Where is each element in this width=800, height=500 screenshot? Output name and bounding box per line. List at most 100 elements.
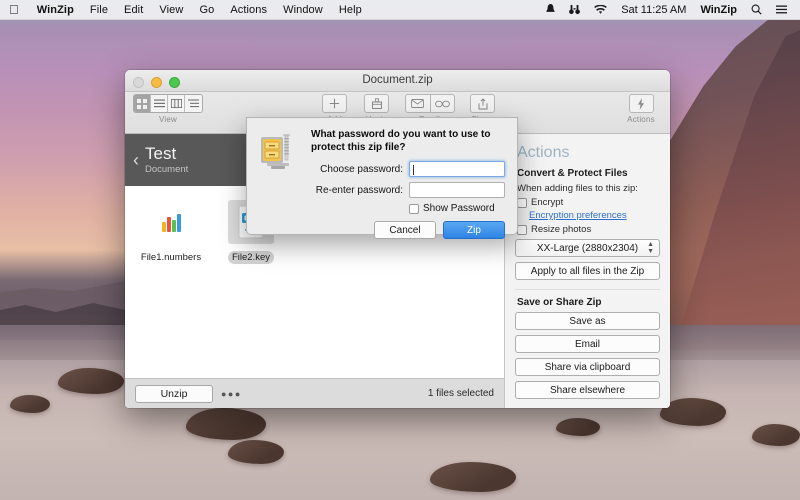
list-view-button[interactable] xyxy=(151,95,168,112)
ellipsis-icon[interactable]: ●●● xyxy=(221,389,242,399)
photo-size-select[interactable]: XX-Large (2880x2304) ▲ ▼ xyxy=(515,239,660,257)
view-mode-group: View xyxy=(133,94,203,124)
window-titlebar: Document.zip xyxy=(125,70,670,92)
menu-view[interactable]: View xyxy=(151,4,191,16)
checkbox-box xyxy=(409,203,419,214)
section-divider xyxy=(515,289,660,290)
wallpaper-rock xyxy=(556,418,600,436)
binoculars-icon[interactable] xyxy=(562,4,587,15)
status-text: 1 files selected xyxy=(427,388,494,399)
password-sheet-dialog: What password do you want to use to prot… xyxy=(246,117,518,240)
menubar:  WinZip File Edit View Go Actions Windo… xyxy=(0,0,800,20)
zip-button-label: Zip xyxy=(467,224,481,236)
toolbar-actions-button[interactable]: Actions xyxy=(620,94,662,124)
menu-file[interactable]: File xyxy=(82,4,116,16)
file-name: File2.key xyxy=(227,251,274,264)
save-as-button[interactable]: Save as xyxy=(515,312,660,330)
share-elsewhere-button[interactable]: Share elsewhere xyxy=(515,381,660,399)
email-link-pair xyxy=(404,94,455,113)
view-segmented-control[interactable] xyxy=(133,94,203,113)
wallpaper-rock xyxy=(430,462,516,492)
numbers-chart-icon xyxy=(148,200,194,244)
encryption-preferences-link[interactable]: Encryption preferences xyxy=(529,210,660,221)
cancel-button[interactable]: Cancel xyxy=(374,221,436,240)
wallpaper-rock xyxy=(58,368,124,394)
chevron-left-icon[interactable]: ‹ xyxy=(133,151,139,169)
search-icon[interactable] xyxy=(744,4,769,15)
wallpaper-rock xyxy=(752,424,800,446)
menu-actions[interactable]: Actions xyxy=(222,4,275,16)
window-title: Document.zip xyxy=(362,74,433,86)
envelope-icon xyxy=(404,94,430,113)
menu-edit[interactable]: Edit xyxy=(116,4,151,16)
encrypt-checkbox[interactable]: Encrypt xyxy=(517,197,660,208)
password-sheet-question: What password do you want to use to prot… xyxy=(311,129,491,154)
show-password-label: Show Password xyxy=(423,203,495,215)
share-arrow-icon xyxy=(470,94,495,113)
text-caret xyxy=(413,165,414,176)
unzip-box-icon xyxy=(364,94,389,113)
menubar-clock[interactable]: Sat 11:25 AM xyxy=(614,4,693,16)
toolbar-actions-label: Actions xyxy=(627,115,655,124)
chevron-updown-icon: ▲ ▼ xyxy=(647,241,654,255)
password-sheet-body: What password do you want to use to prot… xyxy=(311,128,505,240)
apply-all-files-label: Apply to all files in the Zip xyxy=(530,265,645,277)
share-elsewhere-label: Share elsewhere xyxy=(549,384,626,396)
wifi-icon[interactable] xyxy=(587,4,614,15)
choose-password-input[interactable] xyxy=(409,161,505,178)
photo-size-value: XX-Large (2880x2304) xyxy=(536,242,639,254)
menu-window[interactable]: Window xyxy=(275,4,331,16)
checkbox-box xyxy=(517,197,527,208)
wallpaper-rock xyxy=(10,395,50,413)
desktop:  WinZip File Edit View Go Actions Windo… xyxy=(0,0,800,500)
email-label: Email xyxy=(574,338,600,350)
encrypt-label: Encrypt xyxy=(531,197,564,208)
file-name: File1.numbers xyxy=(140,252,202,263)
zip-button[interactable]: Zip xyxy=(443,221,505,240)
view-label: View xyxy=(159,115,177,124)
list-item[interactable]: File1.numbers xyxy=(135,200,207,265)
convert-protect-subtext: When adding files to this zip: xyxy=(517,183,638,194)
save-as-label: Save as xyxy=(569,315,606,327)
show-password-checkbox[interactable]: Show Password xyxy=(409,203,505,214)
email-button[interactable]: Email xyxy=(515,335,660,353)
apply-all-files-button[interactable]: Apply to all files in the Zip xyxy=(515,262,660,280)
choose-password-label: Choose password: xyxy=(320,163,403,175)
unzip-button-label: Unzip xyxy=(160,387,188,400)
save-share-heading: Save or Share Zip xyxy=(517,297,602,308)
menu-help[interactable]: Help xyxy=(331,4,370,16)
share-via-clipboard-label: Share via clipboard xyxy=(544,361,631,373)
lightning-bolt-icon xyxy=(628,94,654,113)
column-view-button[interactable] xyxy=(168,95,185,112)
plus-icon xyxy=(322,94,347,113)
notification-center-icon[interactable] xyxy=(769,5,794,14)
menubar-status-items: Sat 11:25 AM WinZip xyxy=(539,4,800,16)
status-bar: Unzip ●●● 1 files selected xyxy=(125,378,504,408)
breadcrumb-subtitle: Document xyxy=(145,164,189,176)
cancel-button-label: Cancel xyxy=(389,224,421,236)
password-sheet-buttons: Cancel Zip xyxy=(311,221,505,240)
actions-pane-title: Actions xyxy=(517,144,570,161)
detail-view-button[interactable] xyxy=(185,95,202,112)
menubar-app-name[interactable]: WinZip xyxy=(693,4,744,16)
breadcrumb-title: Test xyxy=(145,143,177,163)
resize-photos-checkbox[interactable]: Resize photos xyxy=(517,224,660,235)
unzip-button[interactable]: Unzip xyxy=(135,384,213,403)
winzip-icon xyxy=(259,128,301,234)
choose-password-row: Choose password: xyxy=(311,161,505,178)
menu-go[interactable]: Go xyxy=(191,4,222,16)
icon-view-button[interactable] xyxy=(134,95,151,112)
resize-photos-label: Resize photos xyxy=(531,224,592,235)
checkbox-box xyxy=(517,224,527,235)
convert-protect-heading: Convert & Protect Files xyxy=(517,168,628,179)
reenter-password-label: Re-enter password: xyxy=(315,184,403,196)
dropbox-icon[interactable] xyxy=(539,4,562,15)
link-icon xyxy=(429,94,455,113)
reenter-password-row: Re-enter password: xyxy=(311,182,505,199)
menu-winzip[interactable]: WinZip xyxy=(29,4,82,16)
share-via-clipboard-button[interactable]: Share via clipboard xyxy=(515,358,660,376)
wallpaper-rock xyxy=(228,440,284,464)
reenter-password-input[interactable] xyxy=(409,182,505,199)
wallpaper-rock xyxy=(186,408,266,440)
actions-pane: Actions Convert & Protect Files When add… xyxy=(505,134,670,408)
